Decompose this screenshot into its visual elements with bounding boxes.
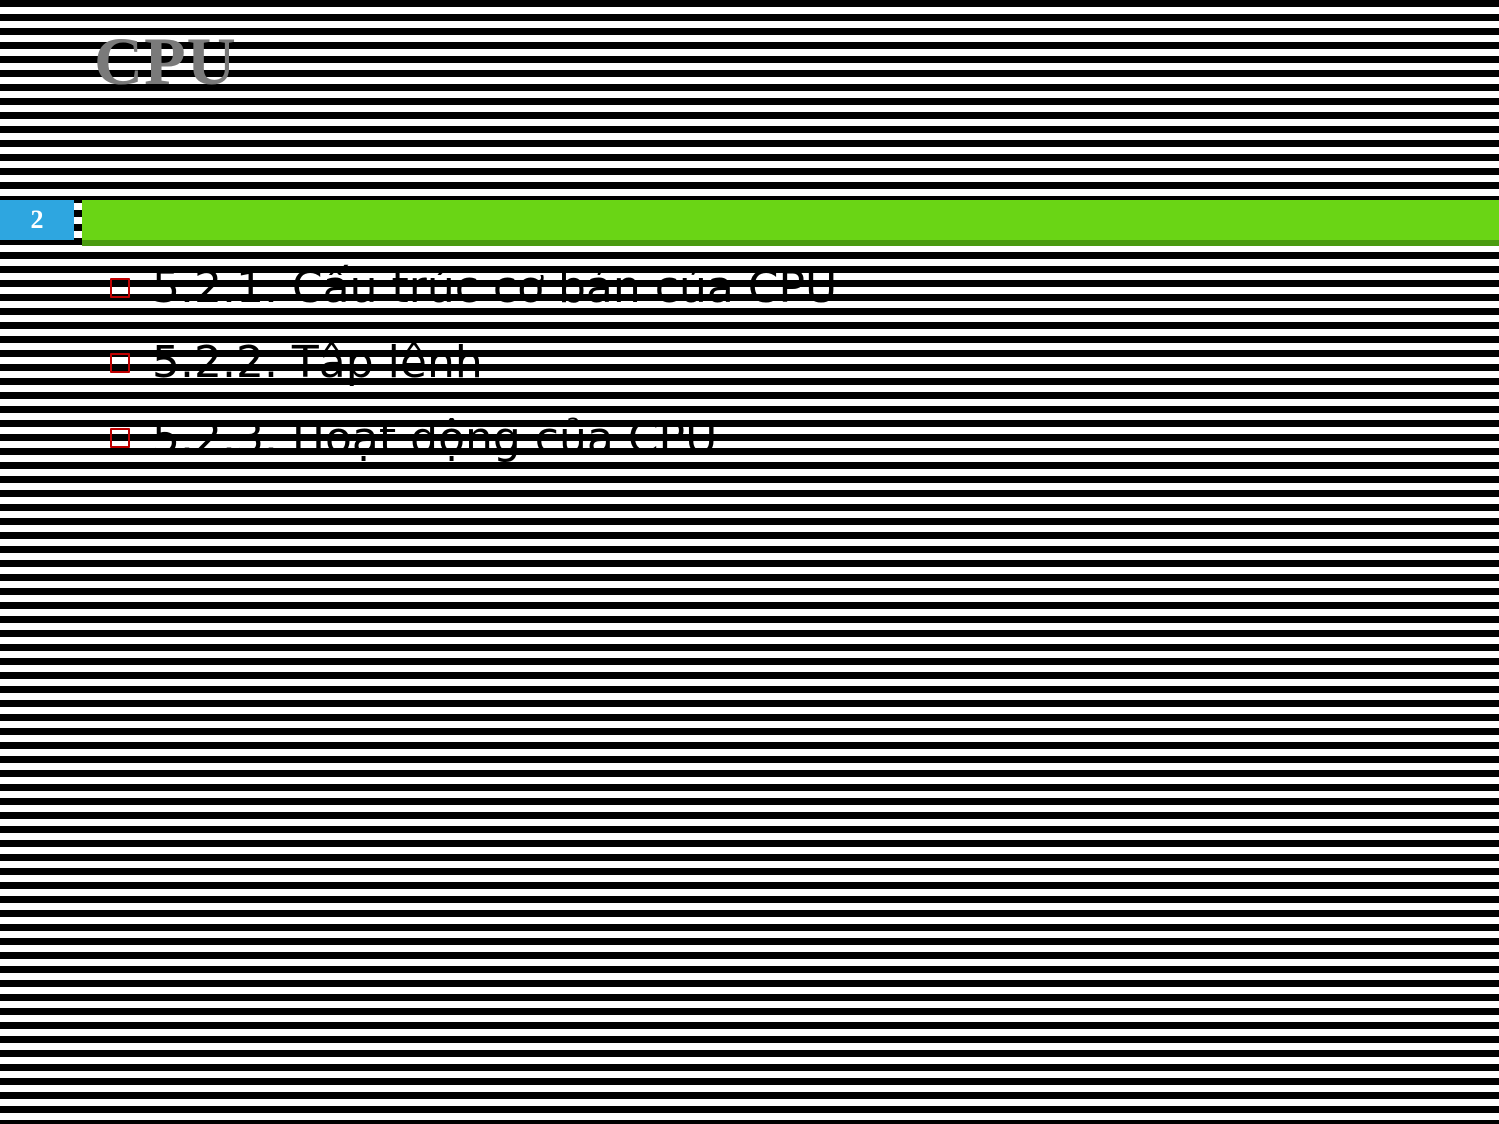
list-item: 5.2.2. Tập lệnh — [110, 333, 1459, 392]
square-bullet-icon — [110, 278, 130, 298]
list-item: 5.2.1. Cấu trúc cơ bản của CPU — [110, 258, 1459, 317]
square-bullet-icon — [110, 353, 130, 373]
page-number-badge: 2 — [0, 200, 74, 240]
list-item: 5.2.3. Hoạt động của CPU — [110, 409, 1459, 468]
slide-content: CPU 2 5.2.1. Cấu trúc cơ bản của CPU 5.2… — [0, 0, 1499, 1124]
bullet-text: 5.2.3. Hoạt động của CPU — [152, 409, 717, 468]
bullet-text: 5.2.1. Cấu trúc cơ bản của CPU — [152, 258, 837, 317]
square-bullet-icon — [110, 428, 130, 448]
slide-title: CPU — [94, 22, 237, 101]
bullet-list: 5.2.1. Cấu trúc cơ bản của CPU 5.2.2. Tậ… — [110, 258, 1459, 484]
accent-bar — [82, 200, 1499, 240]
bullet-text: 5.2.2. Tập lệnh — [152, 333, 483, 392]
